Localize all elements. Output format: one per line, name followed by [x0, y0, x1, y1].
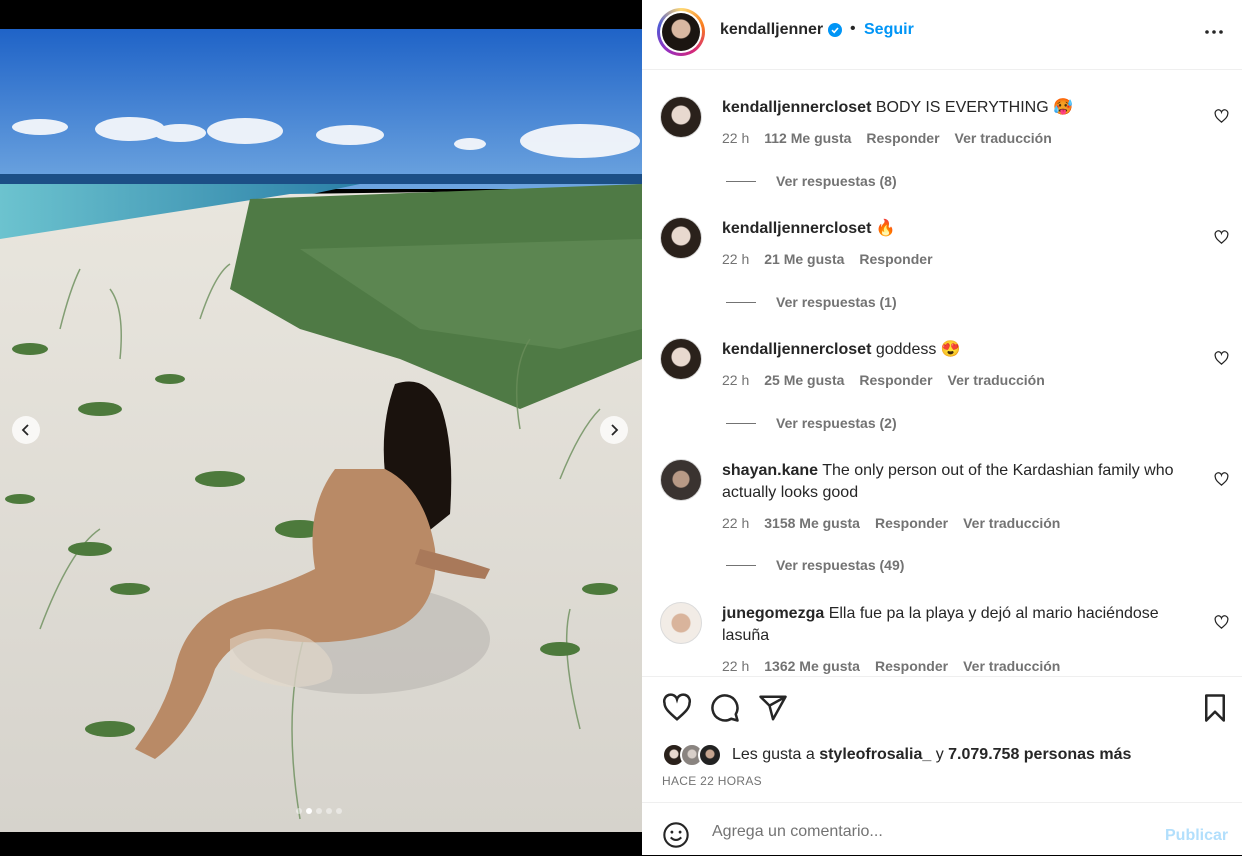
chevron-right-icon [611, 424, 619, 436]
replies-line [726, 301, 756, 303]
publish-button[interactable]: Publicar [1165, 827, 1228, 845]
view-replies-button[interactable]: Ver respuestas (8) [726, 173, 897, 189]
reply-button[interactable]: Responder [859, 251, 932, 267]
view-replies-label: Ver respuestas (1) [776, 294, 897, 310]
view-replies-button[interactable]: Ver respuestas (1) [726, 294, 897, 310]
previous-slide-button[interactable] [12, 416, 40, 444]
likes-conj: y [935, 746, 944, 763]
comment-time[interactable]: 22 h [722, 658, 749, 674]
comment-likes[interactable]: 3158 Me gusta [764, 515, 860, 531]
add-comment-bar: Publicar [642, 802, 1242, 856]
post-timestamp[interactable]: HACE 22 HORAS [662, 774, 762, 788]
chevron-left-icon [21, 424, 29, 436]
comment-time[interactable]: 22 h [722, 372, 749, 388]
likes-count[interactable]: 7.079.758 personas más [948, 746, 1131, 764]
like-heart-icon[interactable] [662, 693, 692, 723]
reply-button[interactable]: Responder [875, 658, 948, 674]
view-replies-label: Ver respuestas (2) [776, 415, 897, 431]
avatar-image [662, 13, 700, 51]
comment-like-icon[interactable] [1214, 230, 1229, 245]
likes-prefix: Les gusta a [732, 746, 815, 763]
comment-time[interactable]: 22 h [722, 515, 749, 531]
share-send-icon[interactable] [758, 693, 788, 723]
carousel-dot [316, 808, 322, 814]
more-options-icon[interactable] [1202, 20, 1226, 44]
view-replies-label: Ver respuestas (49) [776, 557, 905, 573]
save-bookmark-icon[interactable] [1200, 693, 1230, 723]
carousel-indicator [296, 808, 342, 814]
comment-likes[interactable]: 1362 Me gusta [764, 658, 860, 674]
view-replies-label: Ver respuestas (8) [776, 173, 897, 189]
commenter-avatar[interactable] [660, 459, 702, 501]
post-header: kendalljenner • Seguir [642, 0, 1242, 70]
comment-like-icon[interactable] [1214, 472, 1229, 487]
liker-avatar [698, 743, 722, 767]
comment-bubble-icon[interactable] [710, 693, 740, 723]
comment-time[interactable]: 22 h [722, 130, 749, 146]
separator-dot: • [850, 20, 856, 37]
comment-time[interactable]: 22 h [722, 251, 749, 267]
see-translation-button[interactable]: Ver traducción [948, 372, 1045, 388]
comment-username[interactable]: shayan.kane [722, 462, 818, 479]
post-actions: Les gusta a styleofrosalia_ y 7.079.758 … [642, 676, 1242, 803]
comment-input[interactable] [710, 818, 1154, 846]
comment-text: 🔥 [875, 220, 896, 237]
replies-line [726, 422, 756, 424]
see-translation-button[interactable]: Ver traducción [955, 130, 1052, 146]
view-replies-button[interactable]: Ver respuestas (2) [726, 415, 897, 431]
next-slide-button[interactable] [600, 416, 628, 444]
follow-button[interactable]: Seguir [864, 21, 914, 39]
commenter-avatar[interactable] [660, 96, 702, 138]
comments-list[interactable]: kendalljennercloset BODY IS EVERYTHING 🥵… [642, 70, 1242, 675]
see-translation-button[interactable]: Ver traducción [963, 658, 1060, 674]
view-replies-button[interactable]: Ver respuestas (49) [726, 557, 904, 573]
carousel-dot-active [306, 808, 312, 814]
author-avatar[interactable] [657, 8, 705, 56]
liker-avatars[interactable] [662, 743, 722, 767]
liker-username[interactable]: styleofrosalia_ [819, 746, 931, 764]
comment-text: BODY IS EVERYTHING 🥵 [875, 99, 1073, 116]
comment-likes[interactable]: 25 Me gusta [764, 372, 844, 388]
emoji-smiley-icon[interactable] [662, 821, 690, 849]
comment-like-icon[interactable] [1214, 615, 1229, 630]
reply-button[interactable]: Responder [875, 515, 948, 531]
post-side-panel: kendalljenner • Seguir kendalljennerclos… [642, 0, 1242, 855]
carousel-dot [326, 808, 332, 814]
comment-username[interactable]: kendalljennercloset [722, 220, 871, 237]
beach-photo [0, 29, 642, 832]
verified-badge-icon [828, 23, 842, 37]
comment-text: goddess 😍 [875, 341, 961, 358]
replies-line [726, 564, 756, 566]
comment-likes[interactable]: 112 Me gusta [764, 130, 851, 146]
comment-like-icon[interactable] [1214, 351, 1229, 366]
see-translation-button[interactable]: Ver traducción [963, 515, 1060, 531]
commenter-avatar[interactable] [660, 217, 702, 259]
likes-summary: Les gusta a styleofrosalia_ y 7.079.758 … [662, 743, 1131, 767]
author-username[interactable]: kendalljenner [720, 21, 823, 39]
comment-username[interactable]: kendalljennercloset [722, 99, 871, 116]
carousel-dot [336, 808, 342, 814]
commenter-avatar[interactable] [660, 338, 702, 380]
commenter-avatar[interactable] [660, 602, 702, 644]
post-media [0, 0, 642, 855]
comment-likes[interactable]: 21 Me gusta [764, 251, 844, 267]
comment-like-icon[interactable] [1214, 109, 1229, 124]
replies-line [726, 180, 756, 182]
reply-button[interactable]: Responder [866, 130, 939, 146]
comment-username[interactable]: junegomezga [722, 605, 824, 622]
reply-button[interactable]: Responder [859, 372, 932, 388]
comment-username[interactable]: kendalljennercloset [722, 341, 871, 358]
carousel-dot [296, 808, 302, 814]
